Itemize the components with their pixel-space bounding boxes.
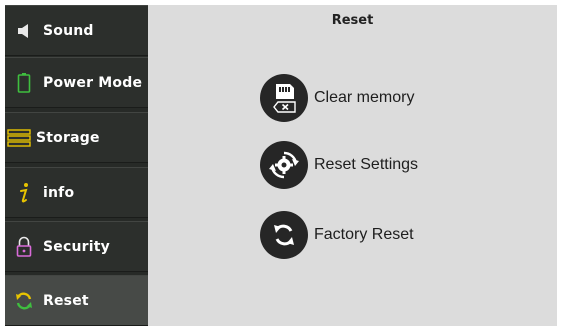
settings-sidebar: Sound Power Mode Storage info Security R… bbox=[5, 5, 148, 326]
padlock-icon bbox=[13, 236, 35, 258]
refresh-icon bbox=[260, 211, 308, 259]
sidebar-item-sound[interactable]: Sound bbox=[5, 5, 148, 56]
sidebar-item-label: Power Mode bbox=[43, 74, 143, 91]
sidebar-item-reset[interactable]: Reset bbox=[5, 275, 148, 326]
sidebar-item-info[interactable]: info bbox=[5, 167, 148, 218]
reset-arrows-icon bbox=[13, 290, 35, 312]
sidebar-item-security[interactable]: Security bbox=[5, 221, 148, 272]
sd-card-clear-icon bbox=[260, 74, 308, 122]
clear-memory-label: Clear memory bbox=[314, 89, 415, 106]
sidebar-item-storage[interactable]: Storage bbox=[5, 112, 148, 163]
info-icon bbox=[13, 182, 35, 204]
speaker-icon bbox=[13, 20, 35, 42]
sidebar-item-power-mode[interactable]: Power Mode bbox=[5, 57, 148, 108]
settings-screen: Sound Power Mode Storage info Security R… bbox=[5, 5, 557, 326]
sidebar-item-label: info bbox=[43, 184, 75, 201]
reset-settings-label: Reset Settings bbox=[314, 156, 419, 173]
gear-reset-icon bbox=[260, 141, 308, 189]
sidebar-item-label: Security bbox=[43, 238, 110, 255]
storage-icon bbox=[6, 127, 32, 149]
factory-reset-button[interactable]: Factory Reset bbox=[260, 211, 414, 259]
reset-settings-button[interactable]: Reset Settings bbox=[260, 141, 418, 189]
sidebar-item-label: Reset bbox=[43, 292, 89, 309]
sidebar-item-label: Sound bbox=[43, 22, 94, 39]
battery-icon bbox=[13, 72, 35, 94]
factory-reset-label: Factory Reset bbox=[314, 226, 414, 243]
page-title: Reset bbox=[331, 13, 374, 28]
clear-memory-button[interactable]: Clear memory bbox=[260, 74, 414, 122]
sidebar-item-label: Storage bbox=[36, 129, 100, 146]
